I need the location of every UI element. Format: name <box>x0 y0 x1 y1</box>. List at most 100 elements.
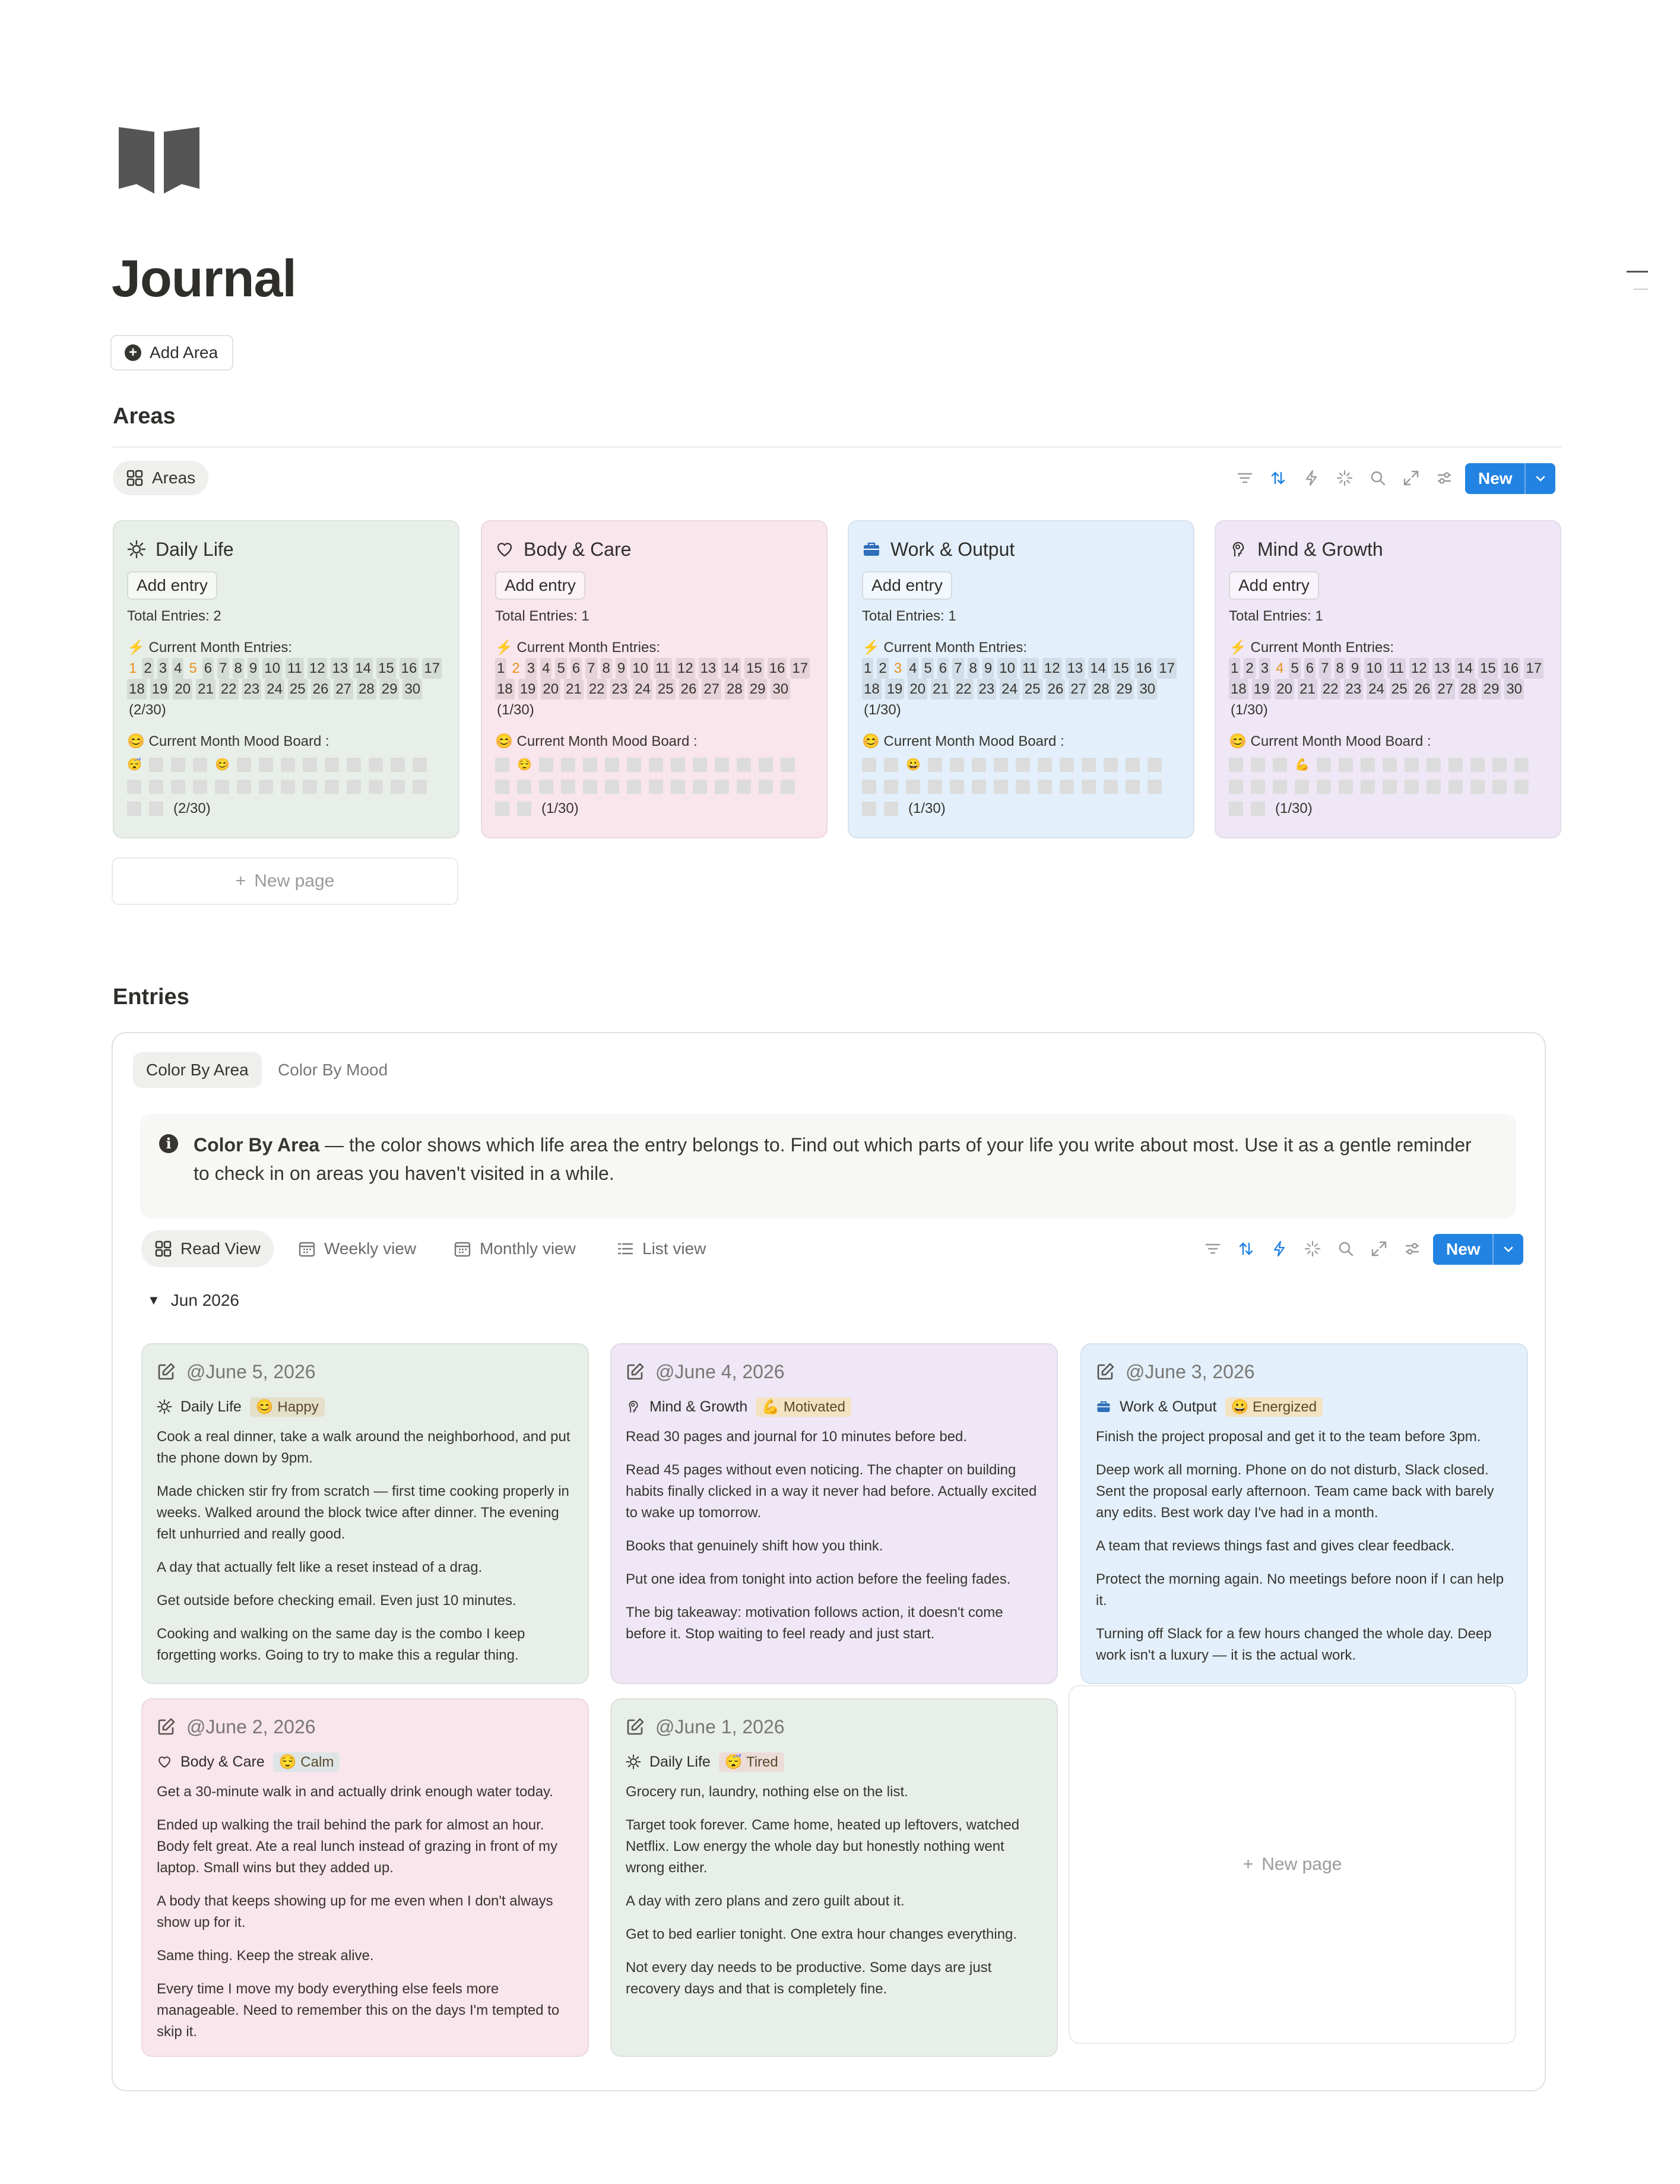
day-number: 21 <box>931 679 950 699</box>
area-card-title[interactable]: Daily Life <box>127 533 445 565</box>
entry-paragraph: Deep work all morning. Phone on do not d… <box>1096 1462 1494 1521</box>
entry-date[interactable]: @June 3, 2026 <box>1096 1357 1513 1386</box>
tab-weekly-view[interactable]: Weekly view <box>285 1232 429 1266</box>
day-number: 14 <box>353 658 373 679</box>
triangle-down-icon[interactable]: ▼ <box>147 1293 160 1308</box>
entry-card[interactable]: @June 3, 2026 Work & Output 😀 Energized Fin… <box>1080 1343 1528 1684</box>
day-number: 30 <box>771 679 791 699</box>
entry-paragraph: Ended up walking the trail behind the pa… <box>157 1817 558 1876</box>
entry-card[interactable]: @June 5, 2026 Daily Life 😊 Happy Cook a rea… <box>141 1343 589 1684</box>
mood-cell <box>237 758 251 772</box>
view-label: Monthly view <box>480 1239 576 1258</box>
entry-date[interactable]: @June 5, 2026 <box>157 1357 573 1386</box>
mood-tag: 😊 Happy <box>249 1397 325 1417</box>
day-number: 30 <box>1504 679 1524 699</box>
areas-new-page-button[interactable]: + New page <box>112 857 458 905</box>
tab-monthly-view[interactable]: Monthly view <box>440 1232 589 1266</box>
mood-cell <box>693 780 707 794</box>
total-entries: Total Entries: 1 <box>495 608 589 624</box>
entry-area[interactable]: Body & Care <box>180 1753 265 1771</box>
day-number: 10 <box>1364 658 1384 679</box>
area-card-title[interactable]: Body & Care <box>495 533 813 565</box>
day-number: 9 <box>982 658 994 679</box>
search-icon[interactable] <box>1368 468 1388 488</box>
tab-read-view[interactable]: Read View <box>141 1230 274 1267</box>
entry-paragraph: Not every day needs to be productive. So… <box>626 1960 992 1997</box>
tab-color-by-mood[interactable]: Color By Mood <box>265 1052 401 1088</box>
entry-date[interactable]: @June 1, 2026 <box>626 1713 1042 1741</box>
mood-cell <box>347 758 361 772</box>
areas-new-button[interactable]: New <box>1465 463 1555 494</box>
day-number: 3 <box>525 658 537 679</box>
area-name: Mind & Growth <box>1257 538 1383 560</box>
entry-date[interactable]: @June 2, 2026 <box>157 1713 573 1741</box>
day-number: 14 <box>1088 658 1108 679</box>
sort-icon[interactable] <box>1236 1239 1256 1259</box>
search-icon[interactable] <box>1336 1239 1356 1259</box>
entry-area[interactable]: Work & Output <box>1120 1398 1217 1416</box>
entry-area[interactable]: Mind & Growth <box>649 1398 747 1416</box>
entry-card[interactable]: @June 1, 2026 Daily Life 😴 Tired Grocery ru… <box>610 1698 1058 2057</box>
outline-marker[interactable] <box>1634 289 1648 290</box>
expand-icon[interactable] <box>1369 1239 1389 1259</box>
lightning-icon[interactable] <box>1269 1239 1289 1259</box>
chevron-down-icon[interactable] <box>1524 463 1555 494</box>
area-card[interactable]: Mind & Growth Add entry Total Entries: 1 ⚡ … <box>1215 520 1561 838</box>
day-number: 1 <box>495 658 507 679</box>
outline-marker[interactable] <box>1627 271 1648 273</box>
gallery-icon <box>126 470 143 486</box>
group-label: Jun 2026 <box>170 1291 239 1309</box>
add-entry-button[interactable]: Add entry <box>495 571 585 600</box>
settings-sliders-icon[interactable] <box>1434 468 1454 488</box>
settings-sliders-icon[interactable] <box>1402 1239 1422 1259</box>
entry-paragraph: A day that actually felt like a reset in… <box>157 1559 483 1575</box>
mood-cell <box>561 758 575 772</box>
entry-date[interactable]: @June 4, 2026 <box>626 1357 1042 1386</box>
add-entry-button[interactable]: Add entry <box>862 571 952 600</box>
day-number: 5 <box>189 660 197 676</box>
add-entry-button[interactable]: Add entry <box>1229 571 1319 600</box>
mood-cell <box>127 802 141 816</box>
mood-grid: 😀 (1/30) <box>862 758 1171 816</box>
area-card[interactable]: Body & Care Add entry Total Entries: 1 ⚡ Cu… <box>481 520 828 838</box>
entry-area[interactable]: Daily Life <box>180 1398 242 1416</box>
entry-card[interactable]: @June 2, 2026 Body & Care 😌 Calm Get a 30-m… <box>141 1698 589 2057</box>
entry-paragraph: Cooking and walking on the same day is t… <box>157 1626 525 1663</box>
filter-icon[interactable] <box>1235 468 1255 488</box>
date-text: @June 1, 2026 <box>655 1715 785 1737</box>
area-card-title[interactable]: Work & Output <box>862 533 1180 565</box>
entry-paragraph: Put one idea from tonight into action be… <box>626 1571 1011 1587</box>
day-list: 1 2 3 4 5 6 7 8 9 10 11 12 13 14 15 16 1718 19 20 21 22 23 24 2… <box>1229 658 1549 720</box>
day-number: 6 <box>937 658 949 679</box>
entry-area[interactable]: Daily Life <box>649 1753 711 1771</box>
tab-list-view[interactable]: List view <box>603 1232 719 1266</box>
area-card-title[interactable]: Mind & Growth <box>1229 533 1547 565</box>
edit-icon <box>626 1362 645 1381</box>
entries-new-button[interactable]: New <box>1433 1234 1523 1265</box>
filter-icon[interactable] <box>1203 1239 1223 1259</box>
day-number: 7 <box>217 658 229 679</box>
area-card[interactable]: Work & Output Add entry Total Entries: 1 ⚡ … <box>848 520 1194 838</box>
day-number: 12 <box>1409 658 1429 679</box>
sparkle-icon[interactable] <box>1302 1239 1323 1259</box>
add-entry-button[interactable]: Add entry <box>127 571 217 600</box>
lightning-icon[interactable] <box>1301 468 1321 488</box>
areas-view-tab[interactable]: Areas <box>113 461 209 495</box>
plus-circle-icon: + <box>125 344 141 361</box>
entry-card[interactable]: @June 4, 2026 Mind & Growth 💪 Motivated Rea… <box>610 1343 1058 1684</box>
expand-icon[interactable] <box>1401 468 1421 488</box>
chevron-down-icon[interactable] <box>1492 1234 1523 1265</box>
day-number: 11 <box>1387 658 1406 679</box>
group-header[interactable]: ▼ Jun 2026 <box>147 1291 239 1310</box>
sort-icon[interactable] <box>1268 468 1288 488</box>
mood-cell <box>369 780 383 794</box>
tab-color-by-area[interactable]: Color By Area <box>133 1052 262 1088</box>
sparkle-icon[interactable] <box>1335 468 1355 488</box>
add-area-button[interactable]: + Add Area <box>110 335 234 371</box>
mood-cell <box>149 802 163 816</box>
day-number: 15 <box>744 658 764 679</box>
day-number: 21 <box>564 679 584 699</box>
day-number: 25 <box>655 679 676 699</box>
entries-new-page-button[interactable]: + New page <box>1069 1685 1516 2044</box>
area-card[interactable]: Daily Life Add entry Total Entries: 2 ⚡ Cur… <box>113 520 459 838</box>
